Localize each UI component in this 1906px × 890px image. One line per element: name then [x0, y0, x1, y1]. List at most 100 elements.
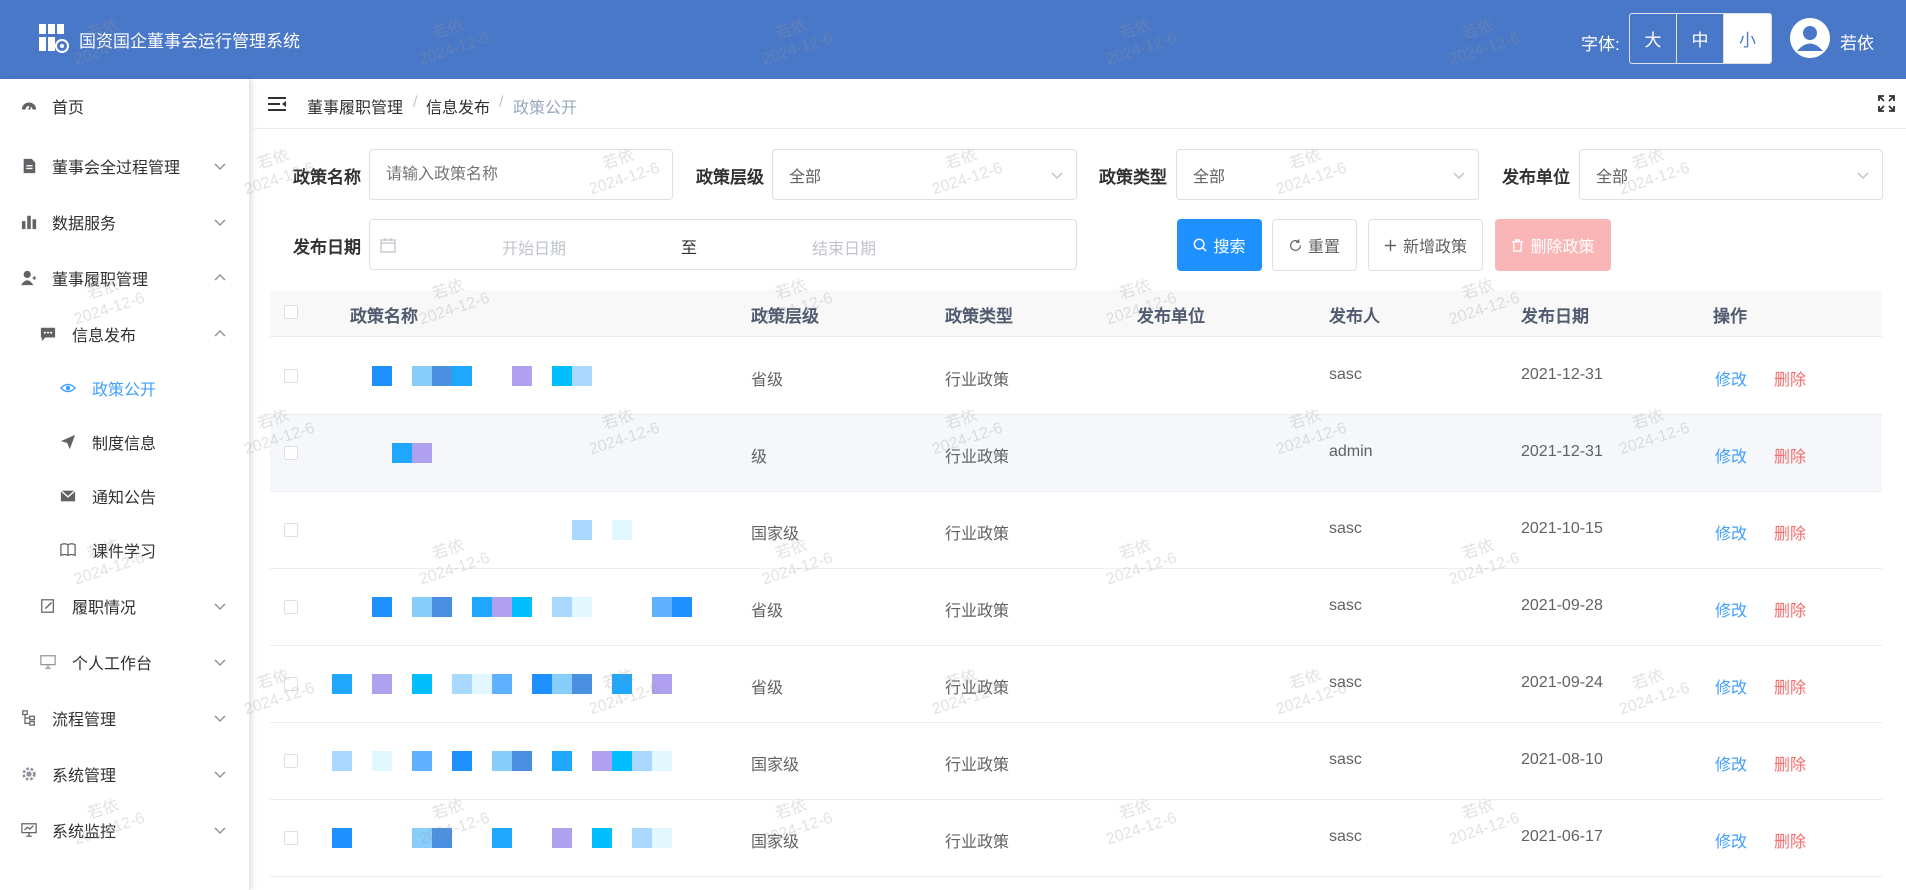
redacted-policy-name: [332, 415, 702, 492]
avatar[interactable]: [1790, 18, 1830, 58]
row-checkbox[interactable]: [284, 754, 298, 768]
policy-type-cell: 行业政策: [945, 680, 1010, 697]
sidebar-item-personal-workbench[interactable]: 个人工作台: [0, 642, 250, 682]
policy-type-value: 全部: [1193, 168, 1226, 186]
sidebar-item-system-admin[interactable]: 系统管理: [0, 754, 250, 794]
row-checkbox[interactable]: [284, 523, 298, 537]
select-all-checkbox[interactable]: [284, 305, 298, 319]
delete-link[interactable]: 删除: [1774, 828, 1806, 852]
row-checkbox[interactable]: [284, 831, 298, 845]
sidebar-item-system-monitor[interactable]: 系统监控: [0, 810, 250, 850]
date-end-input[interactable]: 结束日期: [812, 235, 876, 259]
chevron-down-icon: [214, 715, 226, 723]
table-row[interactable]: 国家级 行业政策 sasc 2021-10-15 修改 删除: [270, 492, 1882, 569]
publish-date-label: 发布日期: [293, 238, 361, 257]
row-checkbox[interactable]: [284, 369, 298, 383]
sidebar-item-home[interactable]: 首页: [0, 86, 250, 126]
publisher-cell: sasc: [1329, 366, 1362, 383]
logo-icon: [39, 24, 69, 53]
font-size-group: 大 中 小: [1629, 13, 1772, 64]
sidebar-item-policy-public[interactable]: 政策公开: [0, 368, 250, 408]
sidebar-item-board-process[interactable]: 董事会全过程管理: [0, 146, 250, 186]
edit-icon: [39, 597, 57, 615]
policy-name-input[interactable]: [369, 149, 673, 200]
table-row[interactable]: 级 行业政策 admin 2021-12-31 修改 删除: [270, 415, 1882, 492]
add-policy-button[interactable]: 新增政策: [1368, 219, 1483, 271]
publish-date-cell: 2021-12-31: [1521, 366, 1603, 383]
policy-level-label: 政策层级: [696, 168, 764, 187]
table-header: 政策名称 政策层级 政策类型 发布单位 发布人 发布日期 操作: [270, 290, 1882, 337]
edit-link[interactable]: 修改: [1715, 366, 1747, 390]
edit-link[interactable]: 修改: [1715, 443, 1747, 467]
chevron-down-icon: [214, 603, 226, 611]
edit-link[interactable]: 修改: [1715, 597, 1747, 621]
column-header: 政策层级: [751, 307, 819, 326]
delete-link[interactable]: 删除: [1774, 674, 1806, 698]
row-checkbox[interactable]: [284, 677, 298, 691]
send-icon: [59, 433, 77, 451]
edit-link[interactable]: 修改: [1715, 828, 1747, 852]
table-row[interactable]: 国家级 行业政策 sasc 2021-06-17 修改 删除: [270, 800, 1882, 877]
redacted-policy-name: [332, 723, 702, 800]
search-button[interactable]: 搜索: [1177, 219, 1262, 271]
mail-icon: [59, 487, 77, 505]
sidebar-item-courseware[interactable]: 课件学习: [0, 530, 250, 570]
publish-date-cell: 2021-09-24: [1521, 674, 1603, 691]
sidebar-item-data-service[interactable]: 数据服务: [0, 202, 250, 242]
date-range-picker[interactable]: 开始日期 至 结束日期: [369, 219, 1077, 270]
publisher-cell: admin: [1329, 443, 1373, 460]
delete-link[interactable]: 删除: [1774, 520, 1806, 544]
policy-name-label: 政策名称: [293, 168, 361, 187]
delete-link[interactable]: 删除: [1774, 443, 1806, 467]
delete-link[interactable]: 删除: [1774, 751, 1806, 775]
breadcrumb-separator: /: [413, 94, 418, 111]
publisher-cell: sasc: [1329, 674, 1362, 691]
policy-level-cell: 级: [751, 449, 768, 466]
table-row[interactable]: 国家级 行业政策 sasc 2021-08-10 修改 删除: [270, 723, 1882, 800]
app-title: 国资国企董事会运行管理系统: [79, 32, 300, 51]
edit-link[interactable]: 修改: [1715, 751, 1747, 775]
publisher-unit-label: 发布单位: [1502, 168, 1570, 187]
gear-icon: [20, 765, 38, 783]
publisher-unit-value: 全部: [1596, 168, 1629, 186]
chevron-down-icon: [214, 771, 226, 779]
table-row[interactable]: 省级 行业政策 sasc 2021-09-28 修改 删除: [270, 569, 1882, 646]
policy-level-select[interactable]: 全部: [772, 149, 1077, 200]
delete-link[interactable]: 删除: [1774, 366, 1806, 390]
sidebar-item-workflow[interactable]: 流程管理: [0, 698, 250, 738]
sidebar-item-notice[interactable]: 通知公告: [0, 476, 250, 516]
fullscreen-icon[interactable]: [1878, 95, 1895, 112]
breadcrumb-item[interactable]: 信息发布: [426, 94, 490, 118]
row-checkbox[interactable]: [284, 446, 298, 460]
search-icon: [1194, 238, 1208, 252]
font-size-medium-button[interactable]: 中: [1677, 14, 1724, 63]
sidebar-item-director-duty[interactable]: 董事履职管理: [0, 258, 250, 298]
refresh-icon: [1290, 238, 1301, 251]
column-header: 发布人: [1329, 307, 1380, 326]
publisher-unit-select[interactable]: 全部: [1579, 149, 1883, 200]
date-start-input[interactable]: 开始日期: [502, 235, 566, 259]
sidebar-item-regulation-info[interactable]: 制度信息: [0, 422, 250, 462]
reset-button[interactable]: 重置: [1272, 219, 1357, 271]
row-checkbox[interactable]: [284, 600, 298, 614]
user-name[interactable]: 若依: [1840, 29, 1874, 54]
monitor-icon: [20, 821, 38, 839]
hamburger-icon[interactable]: [268, 96, 286, 112]
plus-icon: [1384, 239, 1397, 251]
edit-link[interactable]: 修改: [1715, 674, 1747, 698]
delete-link[interactable]: 删除: [1774, 597, 1806, 621]
policy-type-cell: 行业政策: [945, 526, 1010, 543]
breadcrumb-item[interactable]: 董事履职管理: [307, 94, 403, 118]
sidebar: 首页 董事会全过程管理 数据服务 董事履职管理 信息发布 政策公开 制度信息 通…: [0, 79, 250, 890]
policy-level-cell: 省级: [751, 680, 784, 697]
sidebar-item-info-publish[interactable]: 信息发布: [0, 314, 250, 354]
table-row[interactable]: 省级 行业政策 sasc 2021-09-24 修改 删除: [270, 646, 1882, 723]
font-size-small-button[interactable]: 小: [1724, 14, 1771, 63]
table-row[interactable]: 省级 行业政策 sasc 2021-12-31 修改 删除: [270, 338, 1882, 415]
font-size-large-button[interactable]: 大: [1630, 14, 1677, 63]
policy-type-select[interactable]: 全部: [1176, 149, 1479, 200]
edit-link[interactable]: 修改: [1715, 520, 1747, 544]
delete-policy-button[interactable]: 删除政策: [1495, 219, 1611, 271]
tree-icon: [20, 709, 38, 727]
sidebar-item-duty-status[interactable]: 履职情况: [0, 586, 250, 626]
